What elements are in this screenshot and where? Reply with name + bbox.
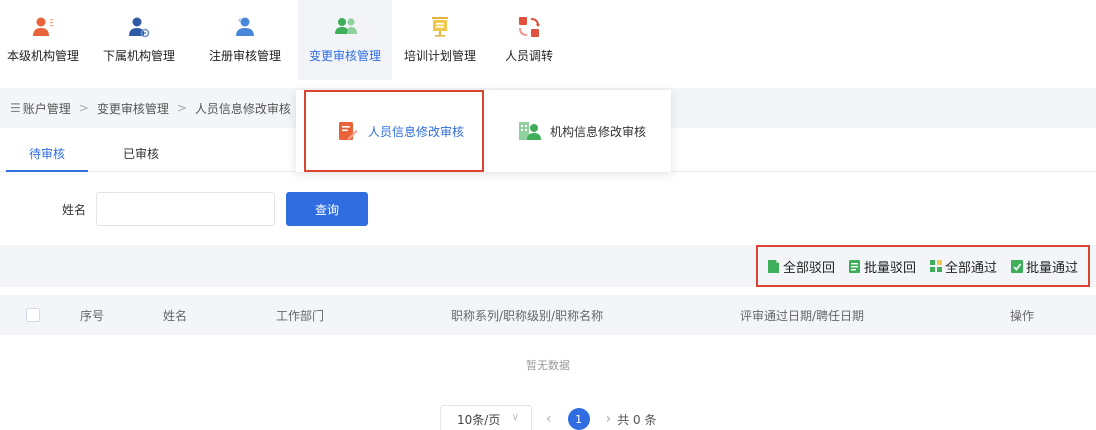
person-orange-icon (32, 16, 54, 38)
people-group-icon (334, 16, 357, 38)
dropdown-item-label: 机构信息修改审核 (550, 124, 647, 139)
nav-item-personnel-transfer[interactable]: 人员调转 (488, 0, 570, 80)
action-label: 批量驳回 (863, 260, 916, 276)
breadcrumb-item[interactable]: 变更审核管理 (97, 100, 169, 117)
reject-all-button[interactable]: 全部驳回 (767, 257, 835, 276)
column-header-operation: 操作 (1010, 309, 1035, 323)
action-label: 批量通过 (1025, 260, 1078, 276)
breadcrumb-separator: > (78, 101, 89, 115)
dropdown-item-org-info-audit[interactable]: 机构信息修改审核 (518, 90, 668, 172)
nav-label: 培训计划管理 (403, 49, 476, 63)
page-number-current[interactable]: 1 (567, 408, 590, 430)
action-label: 全部驳回 (782, 260, 835, 276)
total-count: 共 0 条 (617, 412, 657, 427)
name-input[interactable] (96, 192, 275, 226)
presentation-board-icon (429, 16, 451, 38)
breadcrumb-separator: > (176, 101, 187, 115)
column-header-title: 职称系列/职称级别/职称名称 (451, 309, 604, 323)
batch-approve-icon (1010, 259, 1023, 273)
nav-label: 人员调转 (504, 49, 553, 63)
tab-reviewed[interactable]: 已审核 (94, 136, 188, 171)
dropdown-item-label: 人员信息修改审核 (368, 124, 465, 139)
page-size-value: 10条/页 (457, 412, 501, 427)
dropdown-item-personnel-info-audit[interactable]: 人员信息修改审核 (304, 90, 484, 172)
change-audit-dropdown: 人员信息修改审核 机构信息修改审核 (296, 90, 671, 172)
table-header: 序号 姓名 工作部门 职称系列/职称级别/职称名称 评审通过日期/聘任日期 操作 (0, 295, 1096, 335)
nav-label: 注册审核管理 (208, 49, 281, 63)
empty-table-message: 暂无数据 (526, 359, 570, 372)
reject-all-icon (767, 259, 780, 273)
select-all-checkbox[interactable] (26, 308, 40, 322)
action-bar: 全部驳回 批量驳回 全部通过 批量通过 (0, 245, 1096, 287)
query-button[interactable]: 查询 (286, 192, 368, 226)
nav-item-sub-org-management[interactable]: 下属机构管理 (86, 0, 192, 80)
nav-label: 本级机构管理 (6, 49, 79, 63)
nav-item-change-audit[interactable]: 变更审核管理 (298, 0, 392, 80)
batch-reject-button[interactable]: 批量驳回 (848, 257, 916, 276)
breadcrumb-item[interactable]: 账户管理 (23, 100, 71, 117)
top-navigation: 本级机构管理 下属机构管理 注册审核管理 变更审核管理 培训计划管理 人员调转 (0, 0, 1096, 80)
column-header-index: 序号 (80, 309, 105, 323)
approve-all-button[interactable]: 全部通过 (929, 257, 997, 276)
nav-item-org-management[interactable]: 本级机构管理 (0, 0, 86, 80)
search-form: 姓名 查询 (0, 192, 600, 226)
next-page-button[interactable]: › (606, 411, 612, 427)
tab-pending[interactable]: 待审核 (0, 136, 94, 172)
person-register-icon (234, 16, 256, 38)
nav-item-training-plan[interactable]: 培训计划管理 (392, 0, 488, 80)
prev-page-button[interactable]: ‹ (546, 411, 552, 427)
nav-item-register-audit[interactable]: 注册审核管理 (192, 0, 298, 80)
edit-document-icon (336, 120, 358, 142)
column-header-department: 工作部门 (276, 309, 325, 323)
batch-reject-icon (848, 259, 861, 273)
nav-label: 下属机构管理 (102, 49, 175, 63)
transfer-icon (518, 16, 540, 38)
nav-label: 变更审核管理 (308, 49, 381, 63)
organization-icon (518, 120, 541, 142)
breadcrumb-item-current: 人员信息修改审核 (194, 101, 291, 116)
approve-all-icon (929, 259, 942, 273)
person-gear-icon (128, 16, 150, 38)
batch-actions: 全部驳回 批量驳回 全部通过 批量通过 (755, 245, 1090, 287)
page-size-select[interactable]: 10条/页 ∨ (440, 405, 532, 430)
batch-approve-button[interactable]: 批量通过 (1010, 257, 1078, 276)
chevron-down-icon: ∨ (511, 412, 519, 423)
column-header-name: 姓名 (163, 309, 188, 323)
pagination: 10条/页 ∨ ‹ 1 › 共 0 条 (440, 405, 656, 430)
name-label: 姓名 (62, 203, 87, 217)
menu-list-icon: ☰ (10, 101, 21, 115)
column-header-date: 评审通过日期/聘任日期 (740, 309, 865, 323)
action-label: 全部通过 (944, 260, 997, 276)
